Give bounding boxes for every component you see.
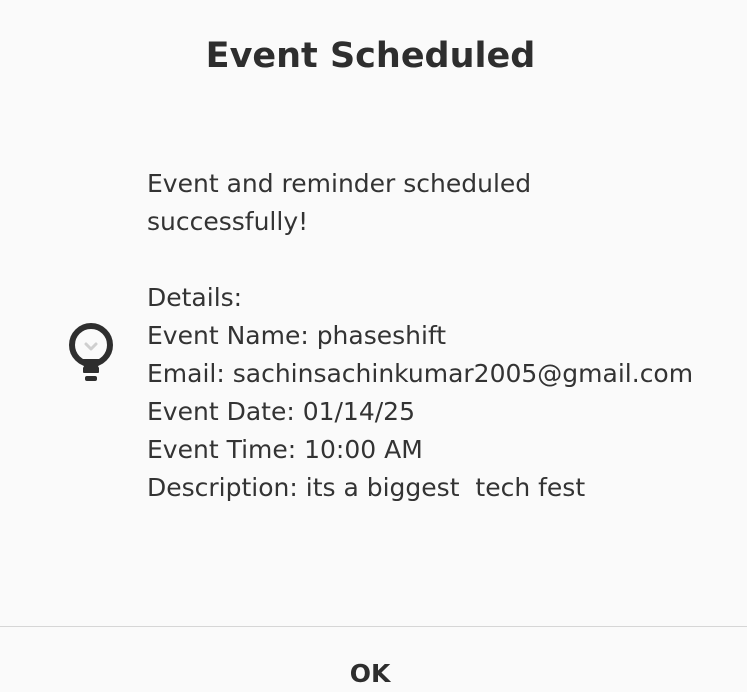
message-spacer: [147, 241, 727, 279]
dialog-title: Event Scheduled: [205, 36, 536, 76]
lightbulb-icon: [64, 321, 118, 389]
message-line-1: Event and reminder scheduled: [147, 169, 532, 198]
detail-description: Description: its a biggest tech fest: [147, 473, 586, 502]
detail-event-date: Event Date: 01/14/25: [147, 397, 415, 426]
ok-button[interactable]: OK: [0, 627, 740, 692]
detail-event-name: Event Name: phaseshift: [147, 321, 447, 350]
detail-email: Email: sachinsachinkumar2005@gmail.com: [147, 359, 694, 388]
message-line-2: successfully!: [147, 207, 309, 236]
event-scheduled-dialog: Event Scheduled Event and reminder sched…: [0, 0, 747, 692]
dialog-message: Event and reminder scheduled successfull…: [147, 165, 727, 507]
details-heading: Details:: [147, 283, 243, 312]
detail-event-time: Event Time: 10:00 AM: [147, 435, 423, 464]
